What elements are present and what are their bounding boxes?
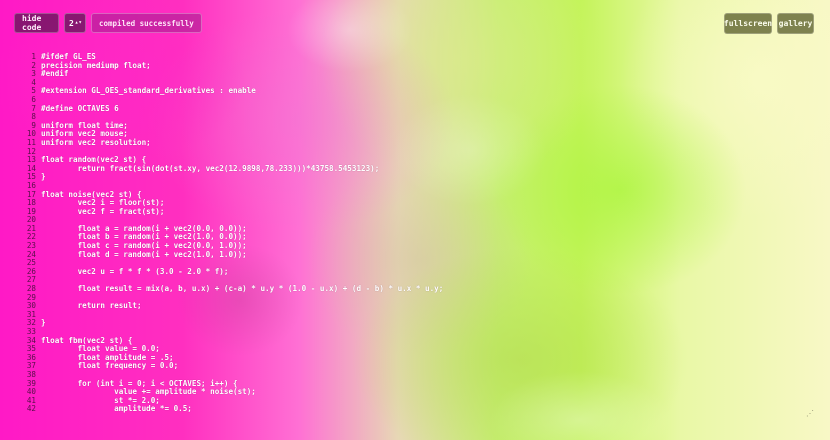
fullscreen-button[interactable]: fullscreen — [724, 13, 772, 34]
code-line[interactable]: 14 return fract(sin(dot(st.xy, vec2(12.9… — [22, 164, 443, 174]
code-text[interactable]: } — [41, 173, 46, 182]
code-text[interactable]: } — [41, 319, 46, 328]
code-line[interactable]: 30 return result; — [22, 302, 443, 311]
code-line[interactable]: 26 vec2 u = f * f * (3.0 - 2.0 * f); — [22, 267, 443, 277]
code-line[interactable]: 19 vec2 f = fract(st); — [22, 207, 443, 217]
code-editor[interactable]: 1 #ifdef GL_ES 2 precision mediump float; 3 #… — [22, 52, 444, 414]
hide-code-button[interactable]: hide code — [14, 13, 59, 33]
version-select[interactable]: 2 ▴▾ — [64, 13, 86, 33]
left-toolbar: hide code 2 ▴▾ compiled successfully — [14, 13, 202, 33]
code-text[interactable]: float result = mix(a, b, u.x) + (c-a) * … — [41, 284, 444, 294]
code-line[interactable]: 3 #endif — [22, 70, 443, 79]
code-text[interactable]: float frequency = 0.0; — [41, 362, 179, 371]
code-line[interactable]: 11 uniform vec2 resolution; — [22, 138, 443, 148]
code-line[interactable]: 31 — [22, 310, 443, 320]
code-text[interactable]: #endif — [41, 70, 68, 79]
resize-handle-icon[interactable]: ⋰ — [806, 410, 814, 418]
code-line[interactable]: 7 #define OCTAVES 6 — [22, 104, 443, 114]
code-line[interactable]: 24 float d = random(i + vec2(1.0, 1.0)); — [22, 250, 443, 260]
code-text[interactable]: amplitude *= 0.5; — [41, 405, 192, 414]
right-toolbar: fullscreen gallery — [724, 13, 814, 34]
code-text[interactable]: #extension GL_OES_standard_derivatives :… — [41, 87, 256, 96]
line-number: 42 — [26, 404, 36, 414]
select-arrows-icon: ▴▾ — [74, 19, 82, 26]
code-text[interactable]: uniform vec2 resolution; — [41, 138, 151, 148]
code-line[interactable]: 2 precision mediump float; — [22, 61, 443, 71]
code-text[interactable]: float d = random(i + vec2(1.0, 1.0)); — [41, 250, 247, 260]
gallery-button[interactable]: gallery — [777, 13, 814, 34]
code-text[interactable]: vec2 u = f * f * (3.0 - 2.0 * f); — [41, 267, 229, 277]
code-line[interactable]: 15} — [22, 173, 443, 182]
code-line[interactable]: 28 float result = mix(a, b, u.x) + (c-a)… — [22, 284, 444, 294]
code-text[interactable]: return fract(sin(dot(st.xy, vec2(12.9898… — [41, 164, 380, 174]
compile-status-badge: compiled successfully — [91, 13, 202, 33]
code-text[interactable]: return result; — [41, 302, 142, 311]
code-text[interactable]: vec2 f = fract(st); — [41, 207, 165, 217]
version-select-value: 2 — [69, 18, 74, 28]
code-text[interactable]: #define OCTAVES 6 — [41, 104, 119, 114]
code-line[interactable]: 37 float frequency = 0.0; — [22, 362, 443, 371]
code-line[interactable]: 42 amplitude *= 0.5; — [22, 405, 443, 414]
code-line[interactable]: 32} — [22, 319, 443, 328]
code-line[interactable]: 5 #extension GL_OES_standard_derivatives … — [22, 87, 443, 96]
